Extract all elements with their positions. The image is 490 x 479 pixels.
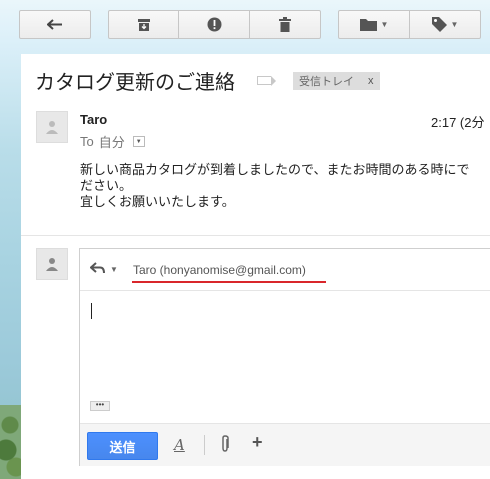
to-prefix: To <box>80 134 94 149</box>
body-line: 宜しくお願いいたします。 <box>80 194 235 209</box>
thread-subject: カタログ更新のご連絡 <box>35 72 235 94</box>
message-panel: カタログ更新のご連絡 受信トレイ x Taro 2:17 (2分 To 自分 ▼… <box>21 54 490 479</box>
inbox-label-text: 受信トレイ <box>299 75 354 88</box>
reply-header: ▼ Taro (honyanomise@gmail.com) <box>80 249 490 291</box>
sender-avatar <box>36 111 68 143</box>
details-dropdown-button[interactable]: ▼ <box>132 136 145 147</box>
person-icon <box>46 121 58 134</box>
toolbar: ▼ ▼ <box>0 10 490 40</box>
inbox-label-tag: 受信トレイ x <box>293 71 380 90</box>
more-options-icon[interactable]: + <box>252 432 263 453</box>
report-spam-icon <box>207 17 222 32</box>
move-to-button[interactable]: ▼ <box>338 10 410 39</box>
body-line: ださい。 <box>80 178 133 193</box>
send-button[interactable]: 送信 <box>87 432 158 460</box>
important-marker-icon[interactable] <box>257 76 276 86</box>
chevron-down-icon: ▼ <box>110 265 118 274</box>
toolbar-separator <box>204 435 205 455</box>
reply-footer: 送信 A + <box>80 423 490 466</box>
person-icon <box>46 258 58 271</box>
show-trimmed-content-button[interactable]: ••• <box>90 401 110 411</box>
formatting-options-icon[interactable]: A <box>174 436 185 454</box>
back-arrow-icon <box>47 18 63 31</box>
labels-button[interactable]: ▼ <box>409 10 481 39</box>
tag-icon <box>431 17 447 32</box>
report-spam-button[interactable] <box>178 10 250 39</box>
subject-row: カタログ更新のご連絡 受信トレイ x <box>35 66 380 95</box>
delete-button[interactable] <box>249 10 321 39</box>
reply-recipient[interactable]: Taro (honyanomise@gmail.com) <box>133 263 306 277</box>
remove-label-button[interactable]: x <box>368 75 374 87</box>
chevron-down-icon: ▼ <box>380 20 389 29</box>
divider <box>21 235 490 236</box>
my-avatar <box>36 248 68 280</box>
archive-button[interactable] <box>108 10 179 39</box>
reply-compose-box: ▼ Taro (honyanomise@gmail.com) ••• 送信 A … <box>79 248 490 466</box>
recipient-line: To 自分 ▼ <box>80 132 145 151</box>
message-time: 2:17 (2分 <box>431 115 485 130</box>
chevron-down-icon: ▼ <box>135 138 142 145</box>
highlight-underline <box>132 281 326 283</box>
sender-name[interactable]: Taro <box>80 112 107 127</box>
reply-body-input[interactable] <box>80 292 490 397</box>
back-button[interactable] <box>19 10 91 39</box>
message-body: 新しい商品カタログが到着しましたので、またお時間のある時にで ださい。 宜しくお… <box>80 162 490 210</box>
to-me: 自分 <box>98 135 125 150</box>
attach-file-icon[interactable] <box>220 435 230 457</box>
folder-icon <box>359 18 377 31</box>
reply-arrow-icon <box>89 262 106 277</box>
body-line: 新しい商品カタログが到着しましたので、またお時間のある時にで <box>80 162 470 177</box>
archive-icon <box>137 18 151 32</box>
chevron-down-icon: ▼ <box>450 20 459 29</box>
reply-type-button[interactable]: ▼ <box>89 262 118 277</box>
trash-icon <box>279 17 291 32</box>
